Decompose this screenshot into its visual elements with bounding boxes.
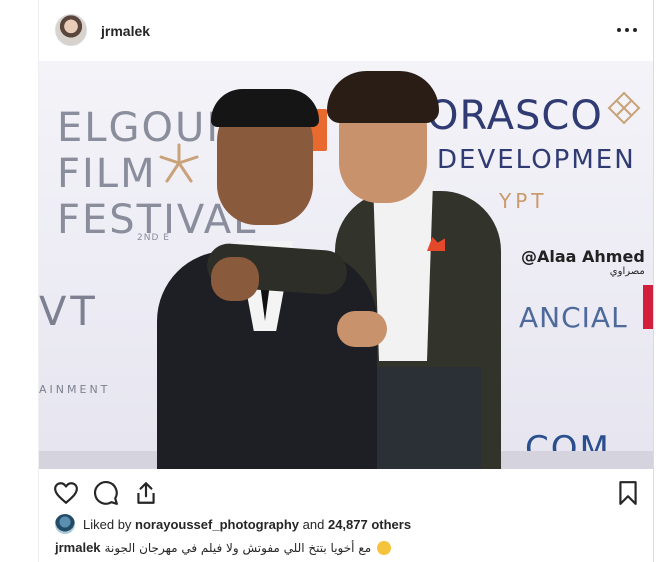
sponsor-entertainment-text: AINMENT <box>39 383 111 396</box>
sponsor-egypt-text: YPT <box>499 189 548 213</box>
post-photo[interactable]: ELGOUNA FILM FESTIVAL 2ND E ORASCO DEVEL… <box>39 61 653 469</box>
action-bar <box>39 470 653 514</box>
person-left-hair <box>211 89 319 127</box>
likes-count[interactable]: 24,877 others <box>328 517 411 532</box>
caption: jrmalek مع أخويا بتتخ اللي مفوتش ولا فيل… <box>55 540 392 555</box>
person-right-hair <box>327 71 439 123</box>
likes-connector: and <box>302 516 325 532</box>
share-icon[interactable] <box>133 480 159 506</box>
red-backdrop-mark <box>643 285 653 329</box>
comment-icon[interactable] <box>93 480 119 506</box>
likes-summary: Liked by norayoussef_photography and 24,… <box>55 512 411 536</box>
sponsor-financial-text: ANCIAL <box>519 301 628 334</box>
sponsor-vt-text: VT <box>39 289 99 335</box>
caption-username[interactable]: jrmalek <box>55 540 101 555</box>
sponsor-development-text: DEVELOPMEN <box>437 145 636 175</box>
liker-username[interactable]: norayoussef_photography <box>135 517 299 532</box>
liker-avatar[interactable] <box>55 514 75 534</box>
post-username[interactable]: jrmalek <box>101 23 150 39</box>
starfish-logo-icon <box>159 143 199 183</box>
post-card: jrmalek ELGOUNA FILM FESTIVAL 2ND E ORAS… <box>38 0 654 562</box>
smiling-face-emoji <box>377 540 392 555</box>
likes-prefix: Liked by <box>83 516 132 532</box>
heart-icon[interactable] <box>53 480 79 506</box>
caption-text: مع أخويا بتتخ اللي مفوتش ولا فيلم في مهر… <box>104 540 372 555</box>
bookmark-icon[interactable] <box>615 480 641 506</box>
lattice-logo-icon <box>607 91 641 125</box>
more-horizontal-icon[interactable] <box>617 22 637 38</box>
hand-right <box>337 311 387 347</box>
photo-credit-text: @Alaa Ahmed مصراوي <box>521 247 645 277</box>
avatar[interactable] <box>55 14 87 46</box>
hand-left <box>211 257 259 301</box>
post-header: jrmalek <box>39 0 653 60</box>
festival-edition-text: 2ND E <box>137 233 170 243</box>
sponsor-orascom-text: ORASCO <box>427 93 603 139</box>
